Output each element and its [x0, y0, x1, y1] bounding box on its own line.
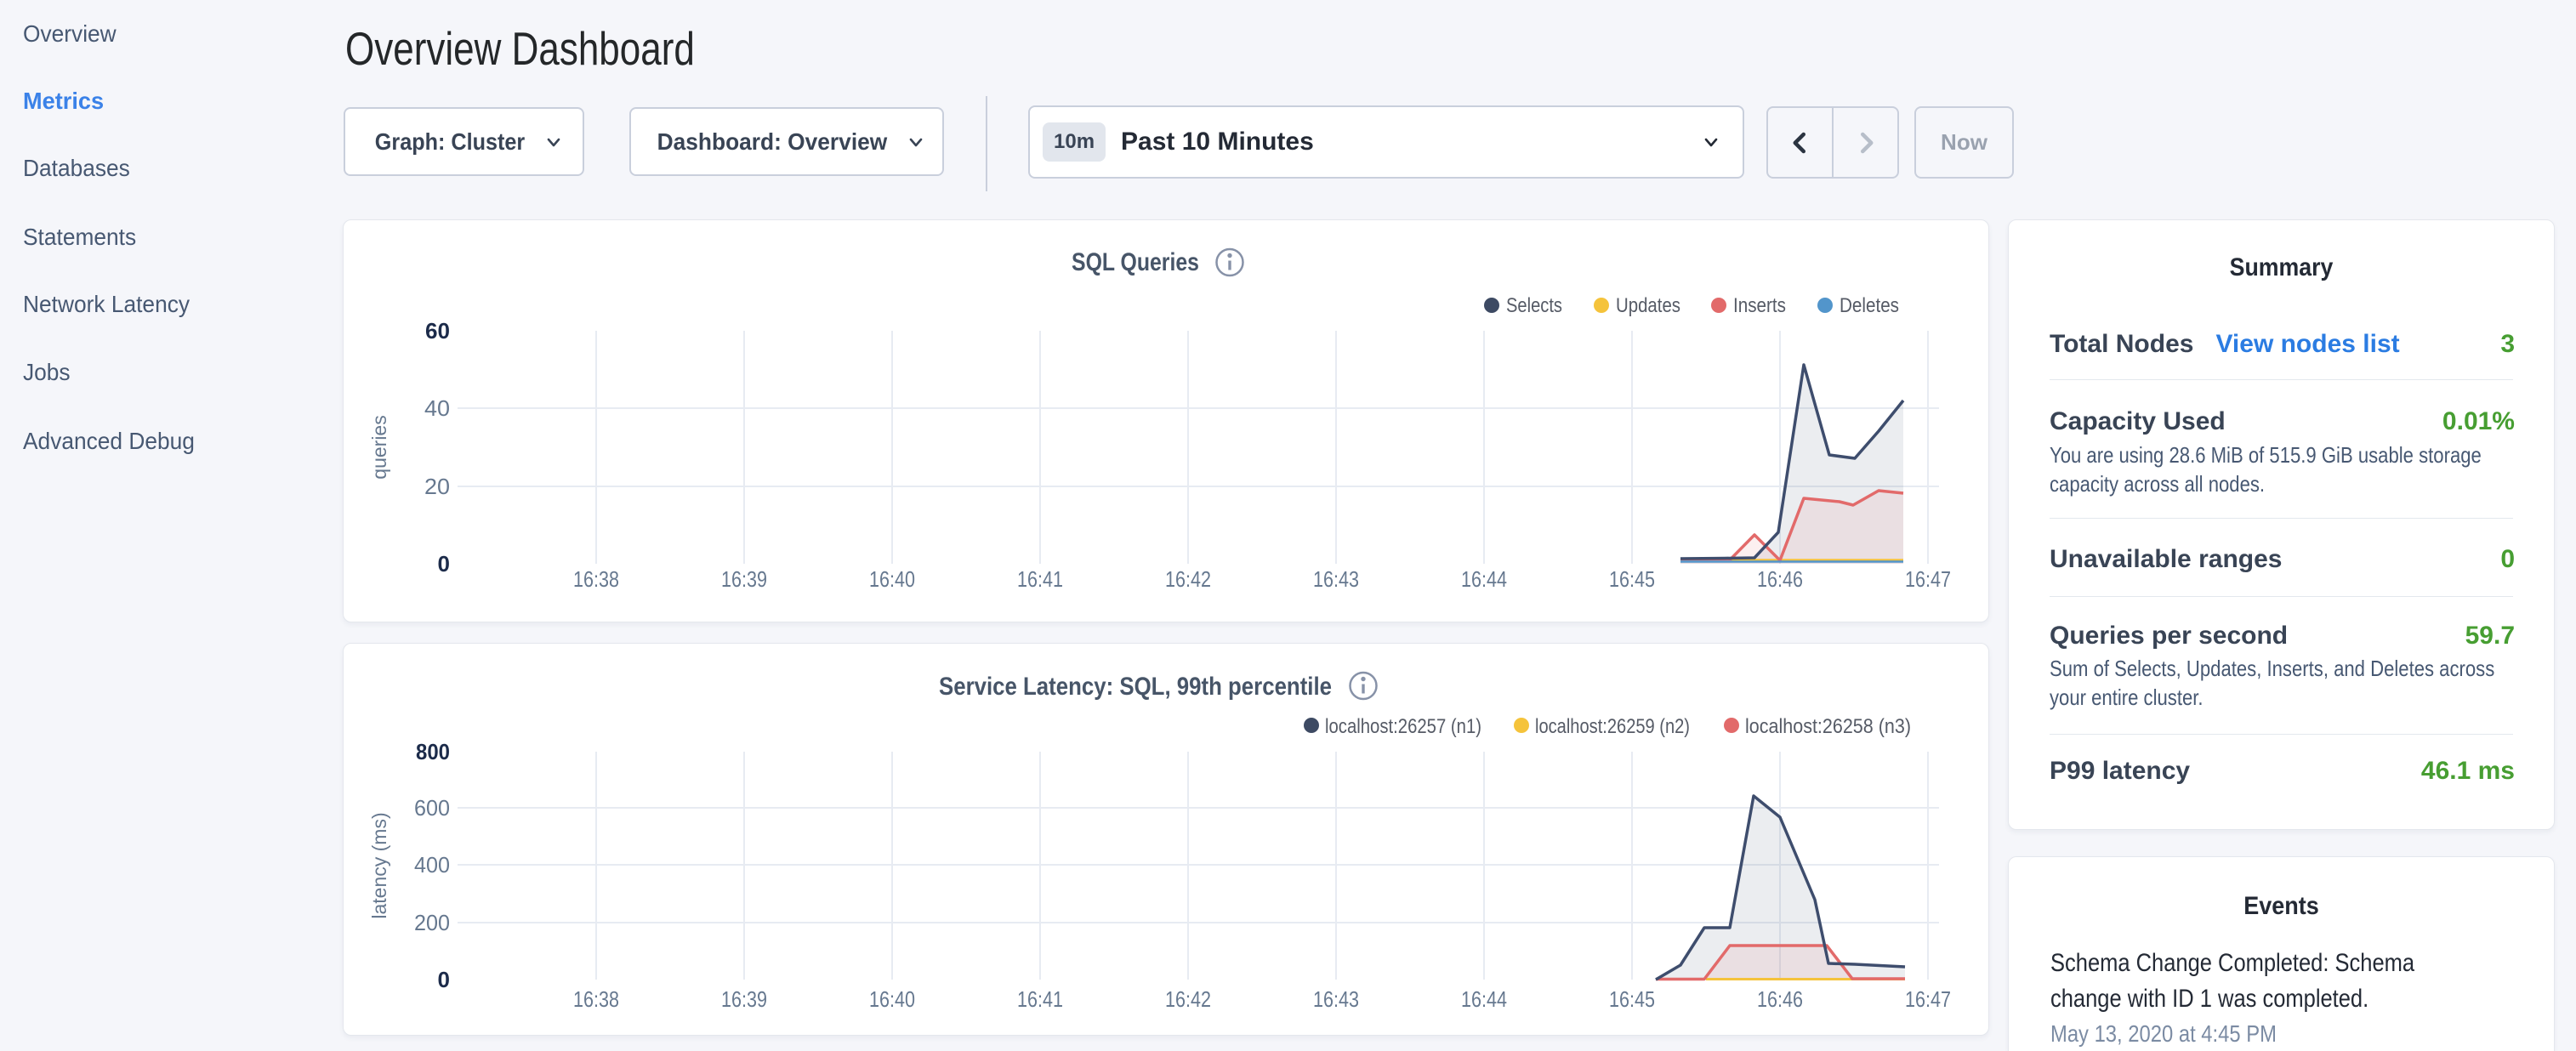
svg-text:Service Latency: SQL, 99th per: Service Latency: SQL, 99th percentile — [939, 673, 1332, 701]
svg-text:16:42: 16:42 — [1165, 986, 1211, 1012]
svg-text:16:43: 16:43 — [1313, 566, 1359, 592]
svg-text:Inserts: Inserts — [1733, 294, 1786, 317]
svg-text:Selects: Selects — [1506, 294, 1562, 317]
svg-text:16:47: 16:47 — [1905, 566, 1951, 592]
svg-text:600: 600 — [414, 795, 450, 821]
svg-text:0: 0 — [438, 967, 450, 992]
svg-text:16:44: 16:44 — [1461, 566, 1507, 592]
svg-text:0: 0 — [438, 551, 450, 577]
svg-text:16:45: 16:45 — [1609, 986, 1655, 1012]
svg-text:40: 40 — [424, 395, 450, 421]
svg-text:16:40: 16:40 — [869, 986, 915, 1012]
svg-text:16:43: 16:43 — [1313, 986, 1359, 1012]
svg-text:800: 800 — [416, 739, 450, 764]
svg-text:localhost:26257 (n1): localhost:26257 (n1) — [1325, 715, 1481, 738]
svg-text:Deletes: Deletes — [1840, 294, 1899, 317]
svg-text:latency (ms): latency (ms) — [368, 812, 390, 918]
svg-text:16:46: 16:46 — [1757, 566, 1803, 592]
svg-text:16:47: 16:47 — [1905, 986, 1951, 1012]
svg-text:16:42: 16:42 — [1165, 566, 1211, 592]
svg-text:16:39: 16:39 — [721, 986, 767, 1012]
svg-text:200: 200 — [414, 910, 450, 935]
svg-text:16:41: 16:41 — [1017, 986, 1063, 1012]
svg-text:16:38: 16:38 — [573, 986, 619, 1012]
svg-text:localhost:26259 (n2): localhost:26259 (n2) — [1535, 715, 1690, 738]
svg-text:localhost:26258 (n3): localhost:26258 (n3) — [1745, 715, 1911, 738]
svg-text:16:45: 16:45 — [1609, 566, 1655, 592]
svg-text:16:40: 16:40 — [869, 566, 915, 592]
svg-text:16:44: 16:44 — [1461, 986, 1507, 1012]
svg-text:16:39: 16:39 — [721, 566, 767, 592]
svg-text:400: 400 — [414, 852, 450, 878]
svg-text:SQL Queries: SQL Queries — [1072, 248, 1199, 276]
svg-text:Updates: Updates — [1616, 294, 1680, 317]
svg-text:16:41: 16:41 — [1017, 566, 1063, 592]
svg-text:16:46: 16:46 — [1757, 986, 1803, 1012]
svg-text:16:38: 16:38 — [573, 566, 619, 592]
svg-text:20: 20 — [424, 474, 450, 499]
svg-text:queries: queries — [368, 415, 390, 479]
svg-text:60: 60 — [425, 318, 450, 344]
